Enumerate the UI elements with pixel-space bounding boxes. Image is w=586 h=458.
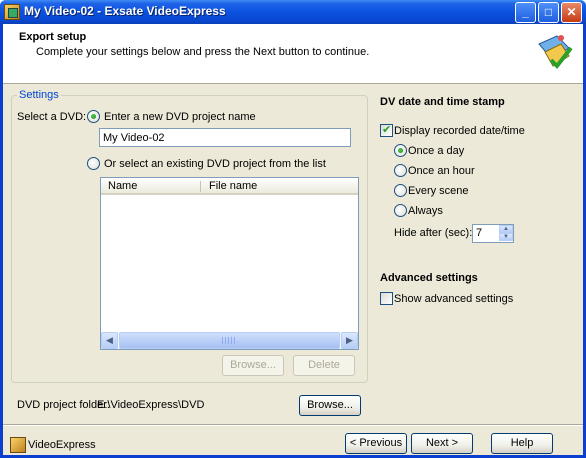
folder-path: E:\VideoExpress\DVD bbox=[97, 399, 205, 411]
minimize-icon[interactable]: _ bbox=[515, 2, 536, 23]
wizard-header: Export setup Complete your settings belo… bbox=[3, 24, 583, 84]
always-label[interactable]: Always bbox=[408, 205, 443, 217]
once-a-day-radio[interactable] bbox=[394, 144, 407, 157]
new-project-radio[interactable] bbox=[87, 110, 100, 123]
always-radio[interactable] bbox=[394, 204, 407, 217]
delete-button[interactable]: Delete bbox=[293, 355, 355, 376]
page-title: Export setup bbox=[19, 31, 87, 43]
hide-after-label: Hide after (sec): bbox=[394, 227, 473, 239]
spin-up-icon[interactable]: ▲ bbox=[499, 225, 513, 233]
display-datetime-label[interactable]: Display recorded date/time bbox=[394, 125, 525, 137]
spin-down-icon[interactable]: ▼ bbox=[499, 233, 513, 241]
datestamp-title: DV date and time stamp bbox=[380, 96, 505, 108]
new-project-label[interactable]: Enter a new DVD project name bbox=[104, 111, 256, 123]
once-an-hour-radio[interactable] bbox=[394, 164, 407, 177]
display-datetime-checkbox[interactable] bbox=[380, 123, 393, 137]
scroll-grip bbox=[222, 337, 236, 344]
help-button[interactable]: Help bbox=[491, 433, 553, 454]
hide-after-stepper[interactable]: 7 ▲ ▼ bbox=[472, 224, 514, 243]
every-scene-label[interactable]: Every scene bbox=[408, 185, 469, 197]
column-divider[interactable] bbox=[200, 181, 201, 192]
app-window: My Video-02 - Exsate VideoExpress _ □ ✕ … bbox=[0, 0, 586, 458]
scroll-thumb[interactable] bbox=[119, 332, 340, 349]
existing-project-radio[interactable] bbox=[87, 157, 100, 170]
brand-label: VideoExpress bbox=[28, 439, 96, 451]
dialog-client: Export setup Complete your settings belo… bbox=[3, 24, 583, 455]
project-list[interactable]: Name File name ◀ ▶ bbox=[100, 177, 359, 350]
show-advanced-checkbox[interactable] bbox=[380, 292, 393, 305]
advanced-title: Advanced settings bbox=[380, 272, 478, 284]
brand-icon bbox=[10, 437, 26, 453]
every-scene-radio[interactable] bbox=[394, 184, 407, 197]
list-header: Name File name bbox=[101, 178, 358, 195]
folder-browse-button[interactable]: Browse... bbox=[299, 395, 361, 416]
page-subtitle: Complete your settings below and press t… bbox=[36, 46, 370, 58]
wizard-icon bbox=[538, 35, 573, 70]
list-browse-button[interactable]: Browse... bbox=[222, 355, 284, 376]
title-bar[interactable]: My Video-02 - Exsate VideoExpress _ □ ✕ bbox=[0, 0, 586, 24]
settings-group-label: Settings bbox=[17, 89, 61, 101]
window-title: My Video-02 - Exsate VideoExpress bbox=[24, 4, 226, 18]
app-icon bbox=[4, 4, 20, 20]
footer-divider bbox=[3, 424, 583, 426]
project-name-input[interactable] bbox=[99, 128, 351, 147]
close-icon[interactable]: ✕ bbox=[561, 2, 582, 23]
column-file-name[interactable]: File name bbox=[209, 180, 257, 192]
select-dvd-label: Select a DVD: bbox=[17, 111, 87, 123]
scroll-right-icon[interactable]: ▶ bbox=[341, 332, 358, 349]
horizontal-scrollbar[interactable]: ◀ ▶ bbox=[101, 332, 358, 349]
next-button[interactable]: Next > bbox=[411, 433, 473, 454]
hide-after-value[interactable]: 7 bbox=[476, 227, 482, 239]
maximize-icon[interactable]: □ bbox=[538, 2, 559, 23]
once-an-hour-label[interactable]: Once an hour bbox=[408, 165, 475, 177]
folder-label: DVD project folder: bbox=[17, 399, 110, 411]
column-name[interactable]: Name bbox=[108, 180, 137, 192]
existing-project-label[interactable]: Or select an existing DVD project from t… bbox=[104, 158, 326, 170]
scroll-left-icon[interactable]: ◀ bbox=[101, 332, 118, 349]
show-advanced-label[interactable]: Show advanced settings bbox=[394, 293, 513, 305]
once-a-day-label[interactable]: Once a day bbox=[408, 145, 464, 157]
previous-button[interactable]: < Previous bbox=[345, 433, 407, 454]
